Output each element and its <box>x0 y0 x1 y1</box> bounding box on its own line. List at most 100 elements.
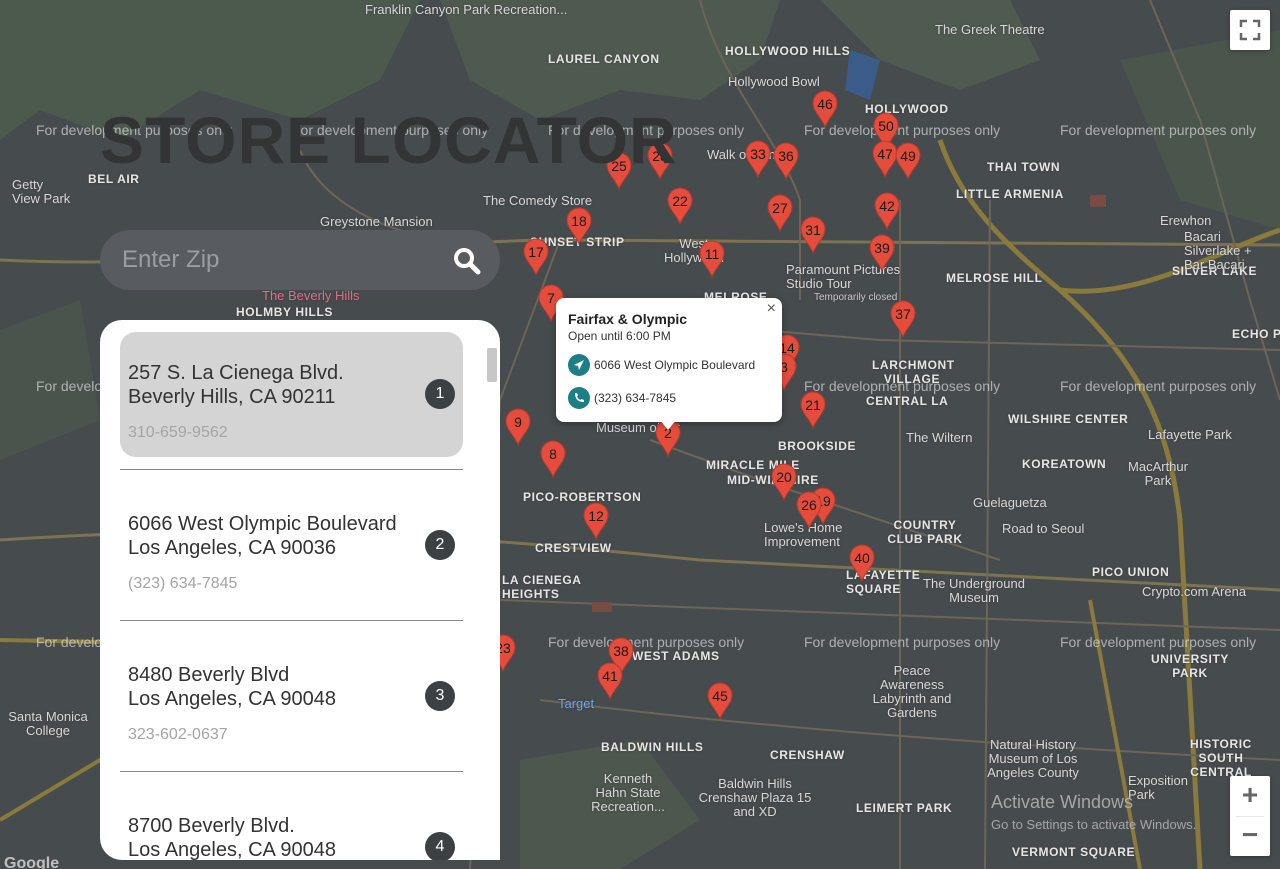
map-marker-41[interactable]: 41 <box>597 662 623 700</box>
fullscreen-button[interactable] <box>1230 10 1270 50</box>
map-marker-46[interactable]: 46 <box>812 90 838 128</box>
marker-number: 40 <box>854 550 870 566</box>
store-street: 6066 West Olympic Boulevard <box>128 513 397 535</box>
store-number-badge: 3 <box>425 681 455 711</box>
map-marker-20[interactable]: 20 <box>771 463 797 501</box>
map-marker-49[interactable]: 49 <box>895 142 921 180</box>
map-label-little-armenia: LITTLE ARMENIA <box>956 187 1064 201</box>
map-label-getty: Getty View Park <box>12 177 71 206</box>
map-label-country-club: COUNTRY CLUB PARK <box>887 518 963 546</box>
map-label-kenneth-hahn: Kenneth Hahn State Recreation... <box>591 771 665 814</box>
map-label-brookside: BROOKSIDE <box>778 439 857 453</box>
map-label-leimert: LEIMERT PARK <box>856 801 953 815</box>
store-item-1[interactable]: 257 S. La Cienega Blvd. Beverly Hills, C… <box>120 332 463 457</box>
marker-number: 12 <box>588 508 604 524</box>
store-item-4[interactable]: 8700 Beverly Blvd. Los Angeles, CA 90048… <box>120 785 463 860</box>
store-item-3[interactable]: 8480 Beverly Blvd Los Angeles, CA 90048 … <box>120 634 463 759</box>
scrollbar[interactable] <box>484 330 500 850</box>
info-phone: (323) 634-7845 <box>594 391 677 405</box>
map-marker-36[interactable]: 36 <box>773 142 799 180</box>
scrollbar-thumb[interactable] <box>487 348 497 382</box>
zip-input[interactable] <box>122 242 442 278</box>
map-label-baldwin-crenshaw: Baldwin Hills Crenshaw Plaza 15 and XD <box>698 776 812 819</box>
store-city: Los Angeles, CA 90048 <box>128 839 336 860</box>
marker-number: 9 <box>514 414 522 430</box>
map-label-laurel-canyon: LAUREL CANYON <box>548 52 660 66</box>
activate-title: Activate Windows <box>991 792 1134 812</box>
map-label-lafayette: Lafayette Park <box>1148 427 1232 442</box>
marker-number: 31 <box>805 222 821 238</box>
map-marker-42[interactable]: 42 <box>874 192 900 230</box>
store-street: 8700 Beverly Blvd. <box>128 815 295 837</box>
store-phone[interactable]: (323) 634-7845 <box>128 575 237 593</box>
zip-search-bar <box>100 230 500 290</box>
map-label-greek-theatre: The Greek Theatre <box>935 22 1045 37</box>
activate-subtitle: Go to Settings to activate Windows. <box>991 817 1197 832</box>
map-marker-11[interactable]: 11 <box>699 240 725 278</box>
store-item-2[interactable]: 6066 West Olympic Boulevard Los Angeles,… <box>120 483 463 608</box>
search-icon[interactable] <box>453 247 481 275</box>
marker-number: 33 <box>750 146 766 162</box>
map-marker-26[interactable]: 26 <box>796 491 822 529</box>
map-label-holmby: HOLMBY HILLS <box>236 305 333 319</box>
marker-number: 27 <box>772 200 788 216</box>
map-label-temp-closed: Temporarily closed <box>814 292 898 303</box>
info-address: 6066 West Olympic Boulevard <box>594 358 756 372</box>
map-marker-22[interactable]: 22 <box>667 187 693 225</box>
phone-icon[interactable] <box>568 387 590 409</box>
map-label-target: Target <box>558 696 595 711</box>
divider <box>120 771 463 772</box>
store-phone[interactable]: 323-602-0637 <box>128 726 228 744</box>
map-marker-45[interactable]: 45 <box>707 682 733 720</box>
marker-number: 50 <box>878 118 894 134</box>
close-icon[interactable]: × <box>767 300 776 318</box>
map-marker-17[interactable]: 17 <box>523 238 549 276</box>
google-logo[interactable]: Google <box>4 855 59 869</box>
map-label-greystone: Greystone Mansion <box>320 214 433 229</box>
store-city: Los Angeles, CA 90048 <box>128 688 336 710</box>
map-label-franklin: Franklin Canyon Park Recreation... <box>365 2 568 17</box>
divider <box>120 620 463 621</box>
map-label-la-cienega-heights: LA CIENEGA HEIGHTS <box>502 573 582 601</box>
marker-number: 38 <box>613 643 629 659</box>
map-marker-12[interactable]: 12 <box>583 502 609 540</box>
store-list-panel[interactable]: 257 S. La Cienega Blvd. Beverly Hills, C… <box>100 320 500 860</box>
map-marker-39[interactable]: 39 <box>869 234 895 272</box>
navigation-icon[interactable] <box>568 354 590 376</box>
map-label-road-to-seoul: Road to Seoul <box>1002 521 1085 536</box>
info-store-name: Fairfax & Olympic <box>568 311 688 327</box>
map-label-peace: Peace Awareness Labyrinth and Gardens <box>872 663 952 720</box>
map-label-smc: Santa Monica College <box>8 709 88 738</box>
map-marker-40[interactable]: 40 <box>849 544 875 582</box>
marker-number: 17 <box>528 244 544 260</box>
marker-number: 22 <box>672 193 688 209</box>
map-marker-18[interactable]: 18 <box>566 207 592 245</box>
map-marker-31[interactable]: 31 <box>800 216 826 254</box>
map-marker-9[interactable]: 9 <box>505 408 531 446</box>
info-window-pointer <box>660 420 676 430</box>
marker-number: 46 <box>817 96 833 112</box>
marker-number: 36 <box>778 148 794 164</box>
store-phone[interactable]: 310-659-9562 <box>128 424 228 442</box>
marker-number: 45 <box>712 688 728 704</box>
map-marker-33[interactable]: 33 <box>745 140 771 178</box>
dev-watermark: For development purposes only <box>1060 378 1257 394</box>
marker-number: 18 <box>571 213 587 229</box>
map-marker-8[interactable]: 8 <box>540 440 566 478</box>
marker-number: 26 <box>801 497 817 513</box>
map-label-west-adams: WEST ADAMS <box>632 649 720 663</box>
zoom-in-button[interactable]: + <box>1230 776 1270 816</box>
store-number-badge: 2 <box>425 530 455 560</box>
store-city: Beverly Hills, CA 90211 <box>128 386 336 408</box>
map-label-beverly-hills: The Beverly Hills <box>262 288 360 303</box>
map-marker-27[interactable]: 27 <box>767 194 793 232</box>
map-label-crenshaw: CRENSHAW <box>770 748 845 762</box>
marker-number: 21 <box>805 397 821 413</box>
dev-watermark: For development purposes only <box>548 634 745 650</box>
map-marker-37[interactable]: 37 <box>890 300 916 338</box>
dev-watermark: For development purposes only <box>1060 122 1257 138</box>
zoom-out-button[interactable]: − <box>1230 816 1270 856</box>
map-label-historic-south: HISTORIC SOUTH CENTRAL <box>1190 737 1252 779</box>
map-marker-21[interactable]: 21 <box>800 391 826 429</box>
marker-number: 42 <box>879 198 895 214</box>
